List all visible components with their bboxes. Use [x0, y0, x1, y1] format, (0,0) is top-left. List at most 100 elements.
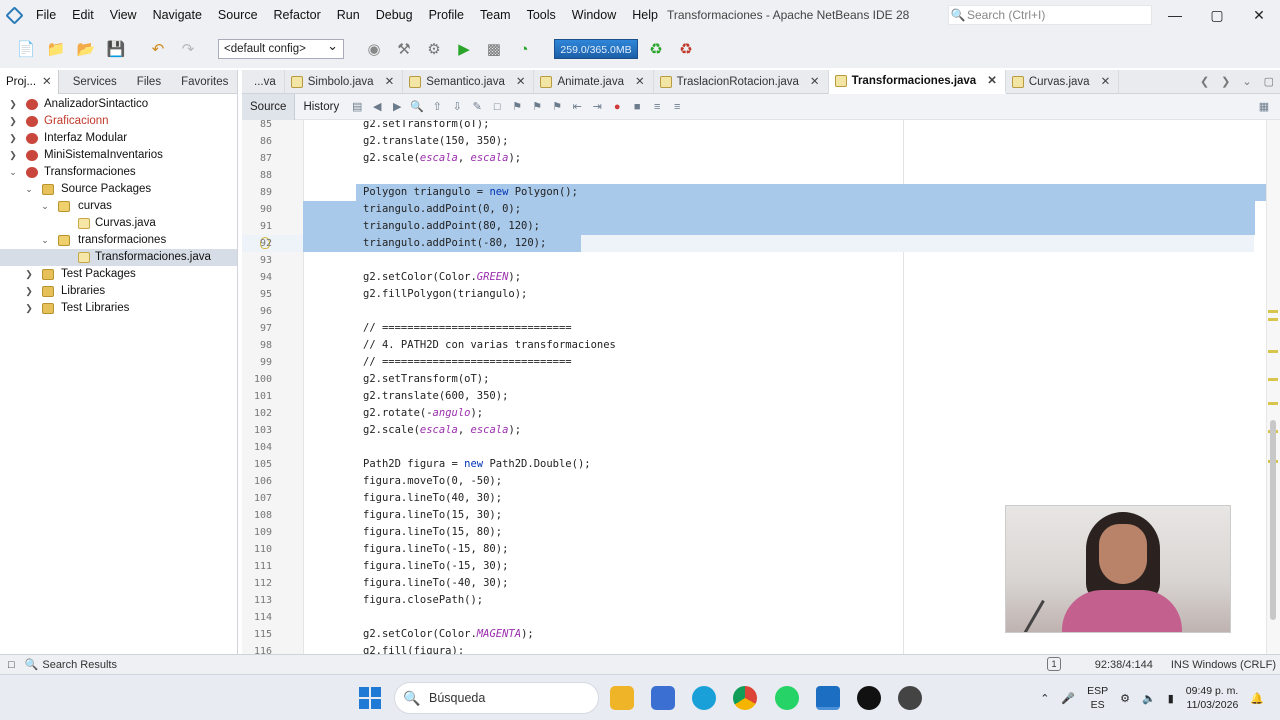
wifi-icon[interactable]: ⚙ — [1120, 692, 1130, 705]
toggle-rect-select-icon[interactable]: □ — [487, 97, 507, 117]
code-line[interactable]: 99 // ============================== — [242, 354, 1254, 371]
obs-icon[interactable] — [898, 686, 922, 710]
language-indicator[interactable]: ESP ES — [1087, 684, 1108, 712]
chevron-left-icon[interactable]: ❮ — [1200, 70, 1209, 94]
notifications-icon[interactable]: 1 — [1047, 657, 1061, 671]
tab-curvas[interactable]: Curvas.java ✕ — [1006, 69, 1120, 94]
code-line-selected[interactable]: 92 triangulo.addPoint(-80, 120); — [242, 235, 1254, 252]
expand-icon[interactable]: ❯ — [8, 113, 18, 130]
history-button[interactable]: History — [295, 94, 347, 120]
close-icon[interactable]: ✕ — [810, 70, 820, 94]
close-icon[interactable]: ✕ — [385, 70, 395, 94]
menu-view[interactable]: View — [102, 0, 145, 30]
next-bookmark-icon[interactable]: ⚑ — [527, 97, 547, 117]
tab-files[interactable]: Files — [123, 70, 167, 94]
tree-item-source-packages[interactable]: ⌄ Source Packages — [0, 181, 237, 198]
menu-file[interactable]: File — [28, 0, 64, 30]
editor-scrollbar[interactable] — [1266, 120, 1280, 654]
battery-icon[interactable]: ▮ — [1168, 692, 1174, 705]
collapse-icon[interactable]: ⌄ — [24, 181, 34, 198]
menu-profile[interactable]: Profile — [421, 0, 472, 30]
search-results-tab[interactable]: 🔍 Search Results — [25, 655, 117, 675]
tab-services[interactable]: Services — [59, 70, 123, 94]
new-file-icon[interactable]: 📄 — [14, 37, 38, 61]
code-line[interactable]: 116 g2.fill(figura); — [242, 643, 1254, 654]
chatgpt-icon[interactable] — [857, 686, 881, 710]
expand-icon[interactable]: ❯ — [8, 96, 18, 113]
minimize-icon[interactable]: — — [1154, 0, 1196, 30]
toggle-bookmark-icon[interactable]: ⚑ — [547, 97, 567, 117]
menu-help[interactable]: Help — [624, 0, 666, 30]
ide-search-input[interactable]: 🔍 Search (Ctrl+I) — [948, 5, 1152, 25]
maximize-editor-icon[interactable]: ▢ — [1264, 70, 1274, 94]
code-line[interactable]: 95 g2.fillPolygon(triangulo); — [242, 286, 1254, 303]
memory-usage-bar[interactable]: 259.0/365.0MB — [554, 39, 638, 59]
file-explorer-icon[interactable] — [610, 686, 634, 710]
code-line[interactable]: 104 — [242, 439, 1254, 456]
windows-start-icon[interactable] — [359, 687, 381, 709]
menu-team[interactable]: Team — [472, 0, 519, 30]
shift-right-icon[interactable]: ⇥ — [587, 97, 607, 117]
marker-stripe[interactable] — [1268, 318, 1278, 321]
save-all-icon[interactable]: 💾 — [104, 37, 128, 61]
edge-icon[interactable] — [692, 686, 716, 710]
forward-icon[interactable]: ▶ — [387, 97, 407, 117]
menu-refactor[interactable]: Refactor — [266, 0, 329, 30]
menu-debug[interactable]: Debug — [368, 0, 421, 30]
code-line[interactable]: 105 Path2D figura = new Path2D.Double(); — [242, 456, 1254, 473]
tree-item-test-packages[interactable]: ❯ Test Packages — [0, 266, 237, 283]
tab-transformaciones[interactable]: Transformaciones.java ✕ — [828, 69, 1006, 94]
output-toggle-icon[interactable]: □ — [8, 655, 15, 675]
stop-profile-icon[interactable]: ♻ — [674, 37, 698, 61]
code-line[interactable]: 94 g2.setColor(Color.GREEN); — [242, 269, 1254, 286]
close-icon[interactable]: ✕ — [1101, 70, 1111, 94]
marker-stripe[interactable] — [1268, 378, 1278, 381]
source-button[interactable]: Source — [242, 93, 296, 120]
code-line[interactable]: 88 — [242, 167, 1254, 184]
tree-item-interfaz[interactable]: ❯ Interfaz Modular — [0, 130, 237, 147]
debug-icon[interactable]: ▩ — [482, 37, 506, 61]
tree-item-minisistema[interactable]: ❯ MiniSistemaInventarios — [0, 147, 237, 164]
code-line-selected[interactable]: 91 triangulo.addPoint(80, 120); — [242, 218, 1255, 235]
marker-stripe[interactable] — [1268, 350, 1278, 353]
tab-animate[interactable]: Animate.java ✕ — [534, 69, 654, 94]
build-icon[interactable]: ⚒ — [392, 37, 416, 61]
close-icon[interactable]: ✕ — [42, 76, 52, 88]
menu-edit[interactable]: Edit — [64, 0, 102, 30]
uncomment-icon[interactable]: ≡ — [667, 97, 687, 117]
shift-left-icon[interactable]: ⇤ — [567, 97, 587, 117]
tree-item-graficacionn[interactable]: ❯ Graficacionn — [0, 113, 237, 130]
netbeans-taskbar-icon[interactable] — [816, 686, 840, 710]
expand-icon[interactable]: ❯ — [24, 300, 34, 317]
menu-navigate[interactable]: Navigate — [145, 0, 210, 30]
tree-item-test-libraries[interactable]: ❯ Test Libraries — [0, 300, 237, 317]
tab-simbolo[interactable]: Simbolo.java ✕ — [285, 69, 404, 94]
close-icon[interactable]: ✕ — [987, 69, 997, 93]
whatsapp-icon[interactable] — [775, 686, 799, 710]
scroll-thumb[interactable] — [1270, 420, 1276, 620]
undo-icon[interactable]: ↶ — [146, 37, 170, 61]
globe-icon[interactable]: ◉ — [362, 37, 386, 61]
code-line[interactable]: 85 g2.setTransform(oT); — [242, 120, 1254, 133]
expand-icon[interactable]: ❯ — [8, 130, 18, 147]
tree-item-curvas-java[interactable]: Curvas.java — [0, 215, 237, 232]
marker-stripe[interactable] — [1268, 402, 1278, 405]
code-line[interactable]: 87 g2.scale(escala, escala); — [242, 150, 1254, 167]
tree-item-transformaciones-pkg[interactable]: ⌄ transformaciones — [0, 232, 237, 249]
marker-stripe[interactable] — [1268, 310, 1278, 313]
code-line[interactable]: 97 // ============================== — [242, 320, 1254, 337]
tab-favorites[interactable]: Favorites — [167, 70, 234, 94]
run-icon[interactable]: ▶ — [452, 37, 476, 61]
tree-item-analizador[interactable]: ❯ AnalizadorSintactico — [0, 96, 237, 113]
find-icon[interactable]: 🔍 — [407, 97, 427, 117]
find-previous-icon[interactable]: ⇧ — [427, 97, 447, 117]
redo-icon[interactable]: ↷ — [176, 37, 200, 61]
volume-icon[interactable]: 🔈 — [1142, 692, 1156, 705]
tree-item-curvas-pkg[interactable]: ⌄ curvas — [0, 198, 237, 215]
menu-run[interactable]: Run — [329, 0, 368, 30]
microphone-icon[interactable]: 🎤 — [1061, 692, 1075, 705]
open-project-icon[interactable]: 📂 — [74, 37, 98, 61]
clock[interactable]: 09:49 p. m. 11/03/2026 — [1186, 684, 1239, 712]
new-project-icon[interactable]: 📁 — [44, 37, 68, 61]
tree-item-libraries[interactable]: ❯ Libraries — [0, 283, 237, 300]
